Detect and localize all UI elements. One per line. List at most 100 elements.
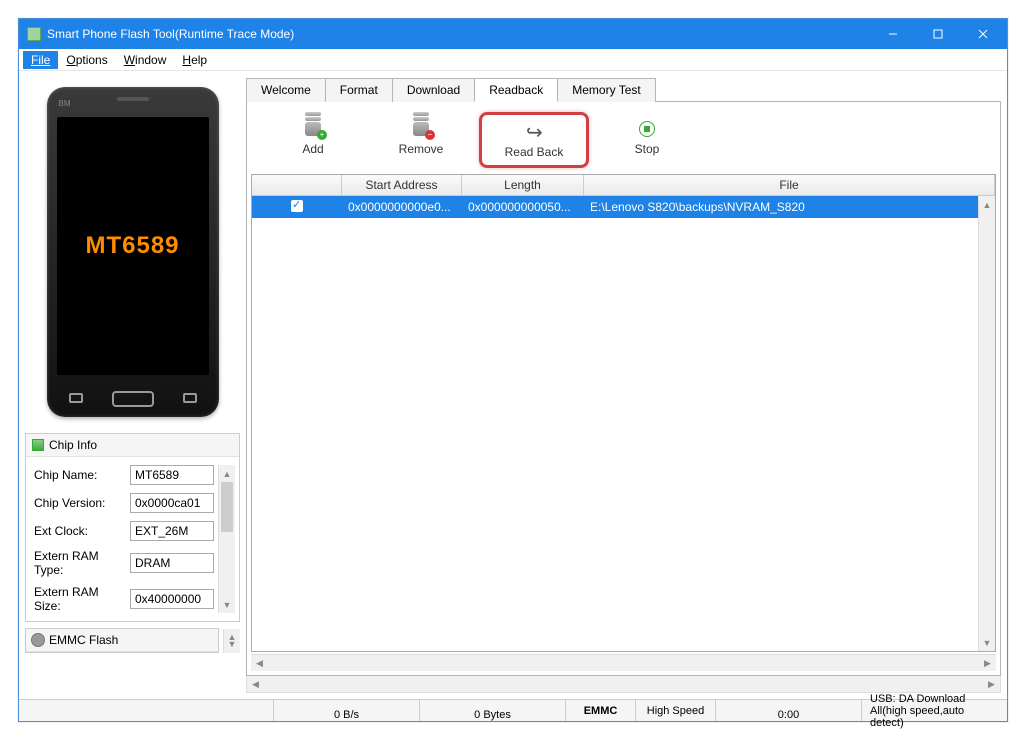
tab-readback[interactable]: Readback	[474, 78, 558, 102]
stop-icon	[636, 118, 658, 140]
emmc-flash-group: EMMC Flash	[25, 628, 219, 653]
col-length[interactable]: Length	[462, 175, 584, 195]
scroll-right-icon[interactable]: ▶	[983, 676, 1000, 692]
statusbar: 0 B/s 0 Bytes EMMC High Speed 0:00 USB: …	[19, 699, 1007, 721]
scroll-left-icon[interactable]: ◀	[247, 676, 264, 692]
status-mode: High Speed	[636, 700, 716, 721]
status-speed: 0 B/s	[274, 700, 420, 721]
chip-version-row: Chip Version: 0x0000ca01	[34, 493, 214, 513]
readback-panel: + Add − Remove ↩ Read Back	[246, 101, 1001, 676]
phone-nav-right-icon	[183, 393, 197, 403]
ext-ram-size-value[interactable]: 0x40000000	[130, 589, 214, 609]
status-time: 0:00	[716, 700, 862, 721]
phone-speaker	[117, 97, 149, 101]
ext-clock-row: Ext Clock: EXT_26M	[34, 521, 214, 541]
minimize-icon	[888, 29, 898, 39]
table-row[interactable]: 0x0000000000e0... 0x000000000050... E:\L…	[252, 196, 995, 218]
left-panel: BM MT6589 Chip Info Chi	[25, 77, 240, 693]
database-add-icon: +	[302, 118, 324, 140]
row-length: 0x000000000050...	[462, 198, 584, 216]
read-back-label: Read Back	[505, 145, 564, 159]
emmc-flash-strip: EMMC Flash ▲ ▼	[25, 628, 240, 653]
chip-info-title: Chip Info	[49, 438, 97, 452]
gear-icon	[32, 634, 44, 646]
left-panel-scrollbar[interactable]: ▲ ▼	[223, 629, 240, 653]
tab-welcome[interactable]: Welcome	[246, 78, 326, 102]
scroll-down-icon[interactable]: ▼	[224, 636, 240, 653]
phone-screen: MT6589	[57, 117, 209, 375]
phone-home-button-icon	[112, 391, 154, 407]
col-file[interactable]: File	[584, 175, 995, 195]
chip-info-scrollbar[interactable]: ▲ ▼	[218, 465, 235, 613]
ext-clock-value[interactable]: EXT_26M	[130, 521, 214, 541]
app-window: Smart Phone Flash Tool(Runtime Trace Mod…	[18, 18, 1008, 722]
emmc-flash-title: EMMC Flash	[49, 633, 118, 647]
phone-chip-text: MT6589	[85, 232, 179, 260]
status-storage: EMMC	[566, 700, 636, 721]
scroll-down-icon[interactable]: ▼	[219, 596, 235, 613]
menu-options[interactable]: Options	[58, 51, 115, 69]
ext-ram-size-row: Extern RAM Size: 0x40000000	[34, 585, 214, 613]
table-hscrollbar[interactable]: ◀ ▶	[251, 654, 996, 671]
chip-version-value[interactable]: 0x0000ca01	[130, 493, 214, 513]
scroll-right-icon[interactable]: ▶	[979, 655, 996, 671]
add-label: Add	[302, 142, 323, 156]
emmc-flash-header[interactable]: EMMC Flash	[26, 629, 218, 652]
window-title: Smart Phone Flash Tool(Runtime Trace Mod…	[47, 27, 870, 41]
checkmark-icon	[291, 200, 303, 212]
ext-clock-label: Ext Clock:	[34, 524, 124, 538]
row-file: E:\Lenovo S820\backups\NVRAM_S820	[584, 198, 995, 216]
stop-button[interactable]: Stop	[597, 112, 697, 162]
readback-table: Start Address Length File 0x0000000000e0…	[251, 174, 996, 652]
close-button[interactable]	[960, 20, 1005, 48]
phone-preview-area: BM MT6589	[25, 77, 240, 427]
readback-toolbar: + Add − Remove ↩ Read Back	[251, 106, 996, 174]
chip-info-header[interactable]: Chip Info	[26, 434, 239, 457]
database-remove-icon: −	[410, 118, 432, 140]
scroll-up-icon[interactable]: ▲	[979, 196, 995, 213]
stop-label: Stop	[635, 142, 660, 156]
col-check[interactable]	[252, 175, 342, 195]
remove-button[interactable]: − Remove	[371, 112, 471, 162]
status-bytes: 0 Bytes	[420, 700, 566, 721]
row-checkbox-cell[interactable]	[252, 198, 342, 217]
chip-icon	[32, 439, 44, 451]
minimize-button[interactable]	[870, 20, 915, 48]
tab-memory-test[interactable]: Memory Test	[557, 78, 655, 102]
table-header: Start Address Length File	[252, 175, 995, 196]
scroll-up-icon[interactable]: ▲	[219, 465, 235, 482]
titlebar: Smart Phone Flash Tool(Runtime Trace Mod…	[19, 19, 1007, 49]
chip-info-body: Chip Name: MT6589 Chip Version: 0x0000ca…	[26, 457, 239, 621]
scroll-left-icon[interactable]: ◀	[251, 655, 268, 671]
table-vscrollbar[interactable]: ▲ ▼	[978, 196, 995, 651]
right-panel: Welcome Format Download Readback Memory …	[246, 77, 1001, 693]
status-usb: USB: DA Download All(high speed,auto det…	[862, 700, 1007, 721]
phone-nav-left-icon	[69, 393, 83, 403]
chip-version-label: Chip Version:	[34, 496, 124, 510]
menubar: File Options Window Help	[19, 49, 1007, 71]
col-start-address[interactable]: Start Address	[342, 175, 462, 195]
menu-file[interactable]: File	[23, 51, 58, 69]
add-button[interactable]: + Add	[263, 112, 363, 162]
panel-hscrollbar[interactable]: ◀ ▶	[246, 676, 1001, 693]
ext-ram-size-label: Extern RAM Size:	[34, 585, 124, 613]
menu-window[interactable]: Window	[116, 51, 175, 69]
status-empty	[19, 700, 274, 721]
maximize-button[interactable]	[915, 20, 960, 48]
scroll-thumb[interactable]	[221, 482, 233, 532]
chip-name-value[interactable]: MT6589	[130, 465, 214, 485]
tabstrip: Welcome Format Download Readback Memory …	[246, 78, 1001, 102]
tab-download[interactable]: Download	[392, 78, 475, 102]
row-start-address: 0x0000000000e0...	[342, 198, 462, 216]
tab-format[interactable]: Format	[325, 78, 393, 102]
read-back-button[interactable]: ↩ Read Back	[479, 112, 589, 168]
undo-arrow-icon: ↩	[523, 121, 545, 143]
chip-name-label: Chip Name:	[34, 468, 124, 482]
menu-help[interactable]: Help	[174, 51, 215, 69]
table-body: 0x0000000000e0... 0x000000000050... E:\L…	[252, 196, 995, 651]
scroll-down-icon[interactable]: ▼	[979, 634, 995, 651]
chip-name-row: Chip Name: MT6589	[34, 465, 214, 485]
ext-ram-type-value[interactable]: DRAM	[130, 553, 214, 573]
ext-ram-type-label: Extern RAM Type:	[34, 549, 124, 577]
phone-graphic: BM MT6589	[47, 87, 219, 417]
